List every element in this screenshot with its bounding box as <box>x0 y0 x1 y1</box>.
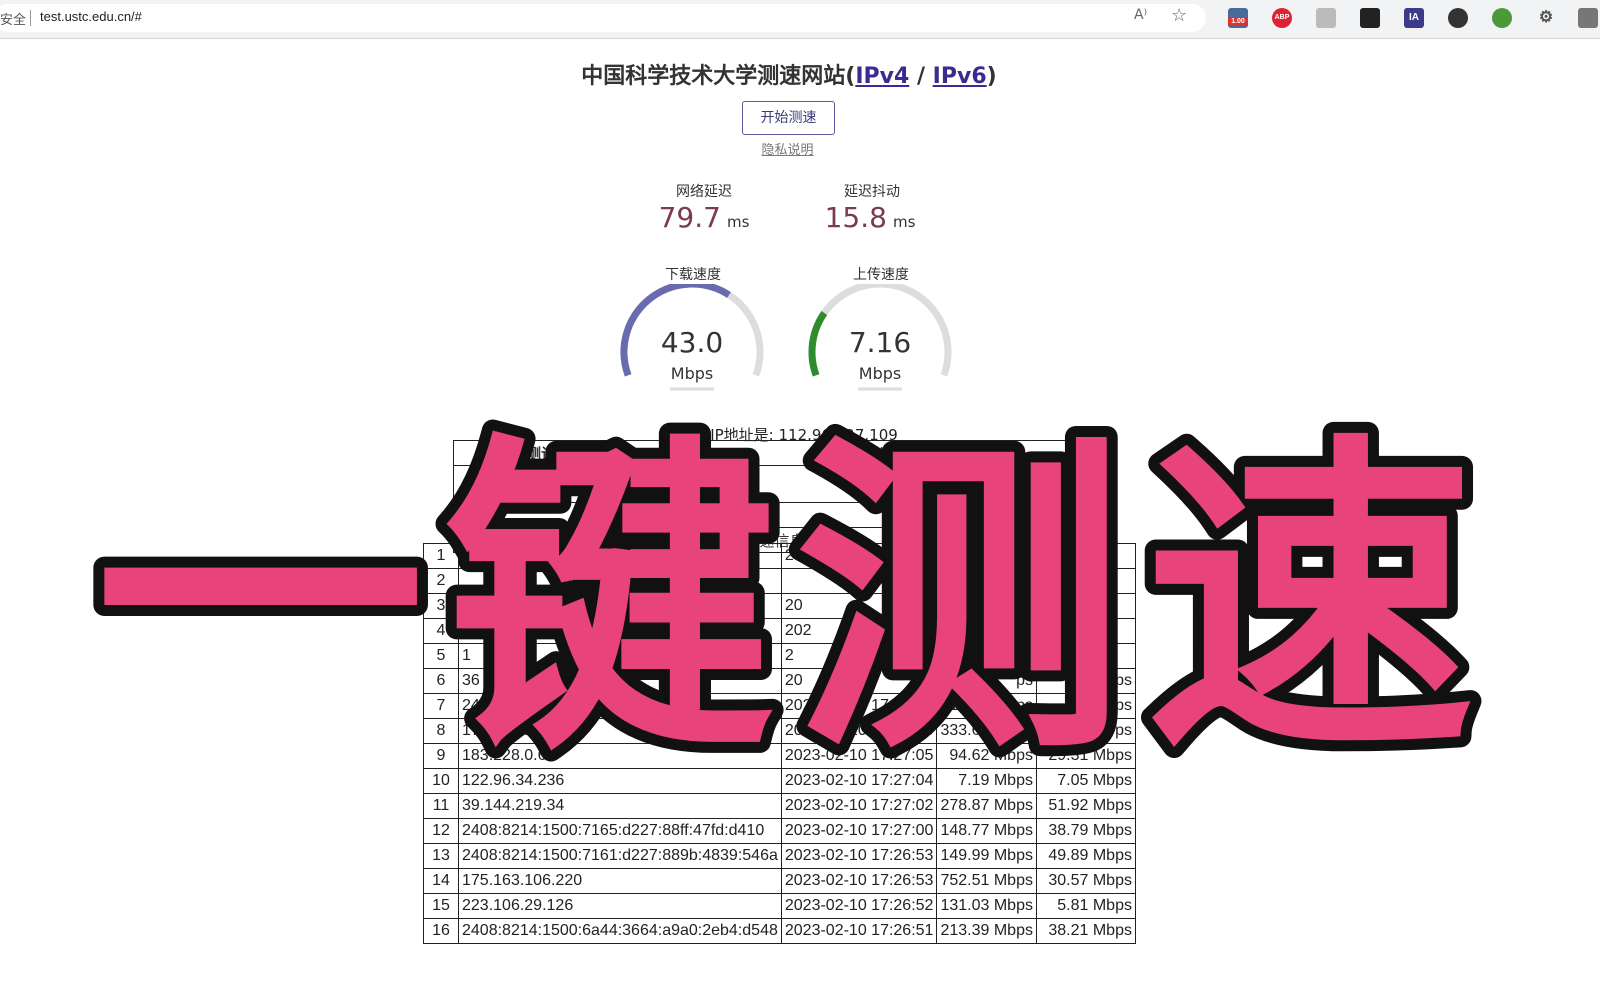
profile-icon[interactable] <box>1578 8 1598 28</box>
history-index: 13 <box>423 843 459 869</box>
download-value: 43.0 <box>660 326 724 359</box>
title-text: 中国科学技术大学测速网站( <box>581 64 856 89</box>
history-ip: 175.163.106.220 <box>458 868 782 894</box>
history-upload: 49.89 Mbps <box>1035 843 1136 869</box>
latency-unit: ms <box>726 213 750 231</box>
history-time: 2023-02-10 17:27:02 <box>780 793 938 819</box>
read-aloud-icon[interactable]: A⁾ <box>1134 7 1147 23</box>
latency-value: 79.7 ms <box>634 201 774 234</box>
overlay-caption-text: 一键测速 <box>95 409 1495 775</box>
ipv6-link[interactable]: IPv6 <box>933 64 987 89</box>
latency-label: 网络延迟 <box>676 184 732 200</box>
title-separator: / <box>909 64 933 89</box>
extension-glasses-icon[interactable] <box>1360 8 1380 28</box>
security-label[interactable]: 安全 <box>0 9 26 28</box>
history-index: 15 <box>423 893 459 919</box>
reader-extension-icon[interactable] <box>1316 8 1336 28</box>
address-divider <box>30 10 31 26</box>
history-time: 2023-02-10 17:26:51 <box>780 918 938 944</box>
extension-badge: 1.00 <box>1228 17 1248 26</box>
history-index: 16 <box>423 918 459 944</box>
history-download: 131.03 Mbps <box>936 893 1037 919</box>
extension-circle-icon[interactable] <box>1448 8 1468 28</box>
download-label: 下载速度 <box>665 267 721 283</box>
page-title: 中国科学技术大学测速网站(IPv4 / IPv6) <box>0 58 1578 90</box>
history-index: 11 <box>423 793 459 819</box>
history-row: 15 223.106.29.126 2023-02-10 17:26:52 131.0… <box>423 893 1136 919</box>
upload-gauge: 7.16 Mbps <box>800 280 960 404</box>
history-row: 12 2408:8214:1500:7165:d227:88ff:47fd:d41… <box>423 818 1136 844</box>
jitter-label: 延迟抖动 <box>844 184 900 200</box>
url-text[interactable]: test.ustc.edu.cn/# <box>40 9 142 24</box>
history-time: 2023-02-10 17:26:53 <box>780 843 938 869</box>
history-ip: 39.144.219.34 <box>458 793 782 819</box>
extension-globe-icon[interactable] <box>1492 8 1512 28</box>
history-upload: 30.57 Mbps <box>1035 868 1136 894</box>
history-row: 11 39.144.219.34 2023-02-10 17:27:02 278.87… <box>423 793 1136 819</box>
history-download: 149.99 Mbps <box>936 843 1037 869</box>
history-download: 148.77 Mbps <box>936 818 1037 844</box>
ipv4-link[interactable]: IPv4 <box>855 64 909 89</box>
extension-speed-icon[interactable]: 1.00 <box>1228 8 1248 28</box>
history-row: 13 2408:8214:1500:7161:d227:889b:4839:546… <box>423 843 1136 869</box>
history-index: 12 <box>423 818 459 844</box>
download-gauge: 43.0 Mbps <box>612 280 772 404</box>
adblock-icon[interactable]: ABP <box>1272 8 1292 28</box>
title-close: ) <box>986 64 997 89</box>
overlay-caption: 一键测速 一键测速 <box>84 398 1495 775</box>
history-time: 2023-02-10 17:26:52 <box>780 893 938 919</box>
history-ip: 2408:8214:1500:7161:d227:889b:4839:546a <box>458 843 782 869</box>
history-time: 2023-02-10 17:27:00 <box>780 818 938 844</box>
history-download: 752.51 Mbps <box>936 868 1037 894</box>
ia-extension-icon[interactable]: IA <box>1404 8 1424 28</box>
history-download: 213.39 Mbps <box>936 918 1037 944</box>
history-download: 278.87 Mbps <box>936 793 1037 819</box>
jitter-unit: ms <box>892 213 916 231</box>
upload-label: 上传速度 <box>853 267 909 283</box>
history-row: 14 175.163.106.220 2023-02-10 17:26:53 752.… <box>423 868 1136 894</box>
history-upload: 38.21 Mbps <box>1035 918 1136 944</box>
upload-unit: Mbps <box>858 364 902 383</box>
browser-toolbar: 安全 test.ustc.edu.cn/# A⁾ ☆ 1.00 ABP IA ⚙ <box>0 0 1600 39</box>
jitter-number: 15.8 <box>824 201 887 234</box>
latency-number: 79.7 <box>658 201 721 234</box>
favorite-star-icon[interactable]: ☆ <box>1171 5 1187 26</box>
jitter-value: 15.8 ms <box>800 201 940 234</box>
history-ip: 223.106.29.126 <box>458 893 782 919</box>
upload-value: 7.16 <box>848 326 912 359</box>
history-ip: 2408:8214:1500:6a44:3664:a9a0:2eb4:d548 <box>458 918 782 944</box>
history-row: 16 2408:8214:1500:6a44:3664:a9a0:2eb4:d54… <box>423 918 1136 944</box>
history-upload: 5.81 Mbps <box>1035 893 1136 919</box>
start-test-button[interactable]: 开始测速 <box>742 101 835 135</box>
privacy-link[interactable]: 隐私说明 <box>742 139 833 158</box>
address-bar[interactable]: 安全 test.ustc.edu.cn/# A⁾ ☆ <box>0 4 1206 32</box>
history-index: 14 <box>423 868 459 894</box>
history-time: 2023-02-10 17:26:53 <box>780 868 938 894</box>
download-unit: Mbps <box>670 364 714 383</box>
history-ip: 2408:8214:1500:7165:d227:88ff:47fd:d410 <box>458 818 782 844</box>
history-upload: 38.79 Mbps <box>1035 818 1136 844</box>
extensions-puzzle-icon[interactable]: ⚙ <box>1536 8 1556 28</box>
history-upload: 51.92 Mbps <box>1035 793 1136 819</box>
